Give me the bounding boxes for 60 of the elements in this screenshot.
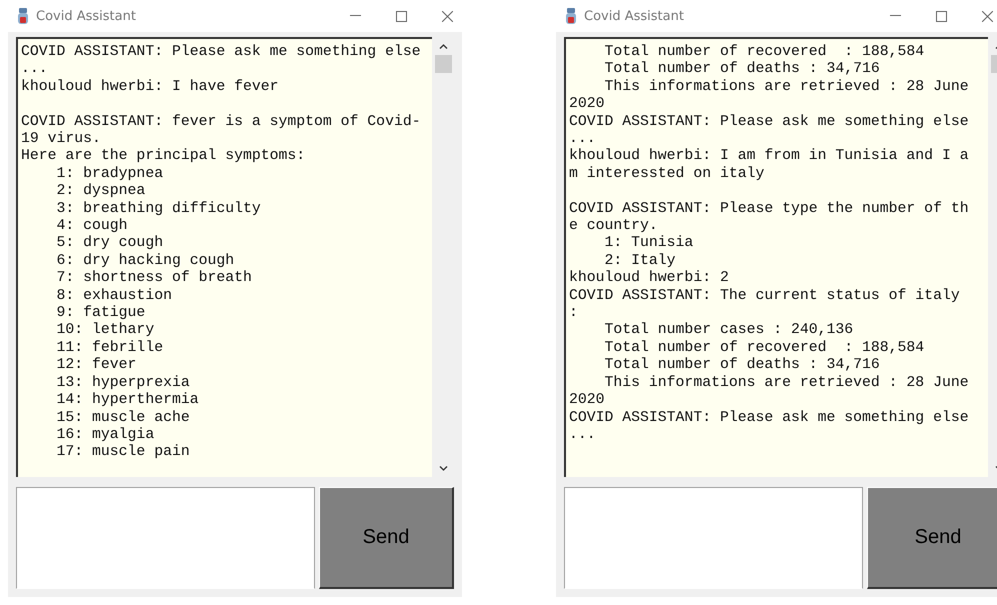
chat-line: 12: fever [56,357,138,375]
close-icon[interactable] [982,10,992,22]
chat-line: Total number of deaths : 34,716 [604,357,881,375]
chat-line: 15: muscle ache [56,410,191,427]
chat-line: This informations are retrieved : 28 June [604,374,970,392]
chat-line: ... [569,426,597,444]
chat-line: ... [569,131,597,148]
chat-line: 5: dry cough [56,235,164,253]
chat-line: COVID ASSISTANT: Please ask me something else [21,44,422,62]
chat-line: This informations are retrieved : 28 June [604,78,970,96]
chat-line: 19 virus. [21,131,102,148]
chat-line: : [569,305,579,322]
chat-line: COVID ASSISTANT: The current status of italy [569,288,961,306]
chat-line: 17: muscle pain [56,444,191,462]
chat-line: 2: dyspnea [56,183,146,201]
chat-line: 2020 [569,96,606,114]
chat-line: 1: Tunisia [604,235,694,253]
close-icon[interactable] [442,10,452,22]
chat-line: 2020 [569,392,606,410]
minimize-icon[interactable] [890,15,900,17]
chat-line: 14: hyperthermia [56,392,200,410]
chat-line: 8: exhaustion [56,288,173,305]
minimize-icon[interactable] [350,15,360,17]
chat-line: 7: shortness of breath [56,270,253,288]
chat-line: Total number cases : 240,136 [604,322,854,340]
scroll-down-icon[interactable] [438,466,448,470]
chat-line: Total number of recovered : 188,584 [604,340,926,357]
window-title: Covid Assistant [36,8,137,24]
chat-line: COVID ASSISTANT: Please ask me something else [569,410,970,427]
chat-line: 6: dry hacking cough [56,252,236,270]
chat-line: 11: febrille [56,340,164,357]
chat-line: e country. [569,218,659,235]
chat-line: COVID ASSISTANT: Please type the number of th [569,200,970,218]
maximize-icon[interactable] [936,10,946,22]
chat-line: Here are the principal symptoms: [21,148,306,166]
chat-line: 9: fatigue [56,305,146,322]
chat-line: khouloud hwerbi: I have fever [21,78,280,96]
chat-line: 4: cough [56,218,129,235]
chat-line: Total number of deaths : 34,716 [604,61,881,79]
chat-line: 16: myalgia [56,426,156,444]
chat-line: COVID ASSISTANT: Please ask me something else [569,114,970,132]
chat-line: khouloud hwerbi: 2 [569,270,730,288]
chat-line: ... [21,61,49,79]
send-button[interactable]: Send [319,487,454,589]
chat-line: COVID ASSISTANT: fever is a symptom of Covid- [21,114,422,131]
chat-line: 10: lethary [56,322,156,340]
scroll-thumb[interactable] [434,55,452,73]
chat-line: 1: bradypnea [56,166,164,183]
scroll-up-icon[interactable] [438,44,448,48]
chat-line: Total number of recovered : 188,584 [604,44,926,61]
message-input-field[interactable] [16,487,315,589]
chat-line: 13: hyperprexia [56,374,191,392]
message-input-field[interactable] [564,487,863,589]
send-button[interactable]: Send [867,487,997,589]
chat-line: 2: Italy [604,252,677,270]
maximize-icon[interactable] [396,10,406,22]
window-title: Covid Assistant [584,8,685,24]
chat-line: khouloud hwerbi: I am from in Tunisia and I a [569,148,970,166]
chat-line: m interessted on italy [569,166,766,184]
chat-line: 3: breathing difficulty [56,200,262,218]
